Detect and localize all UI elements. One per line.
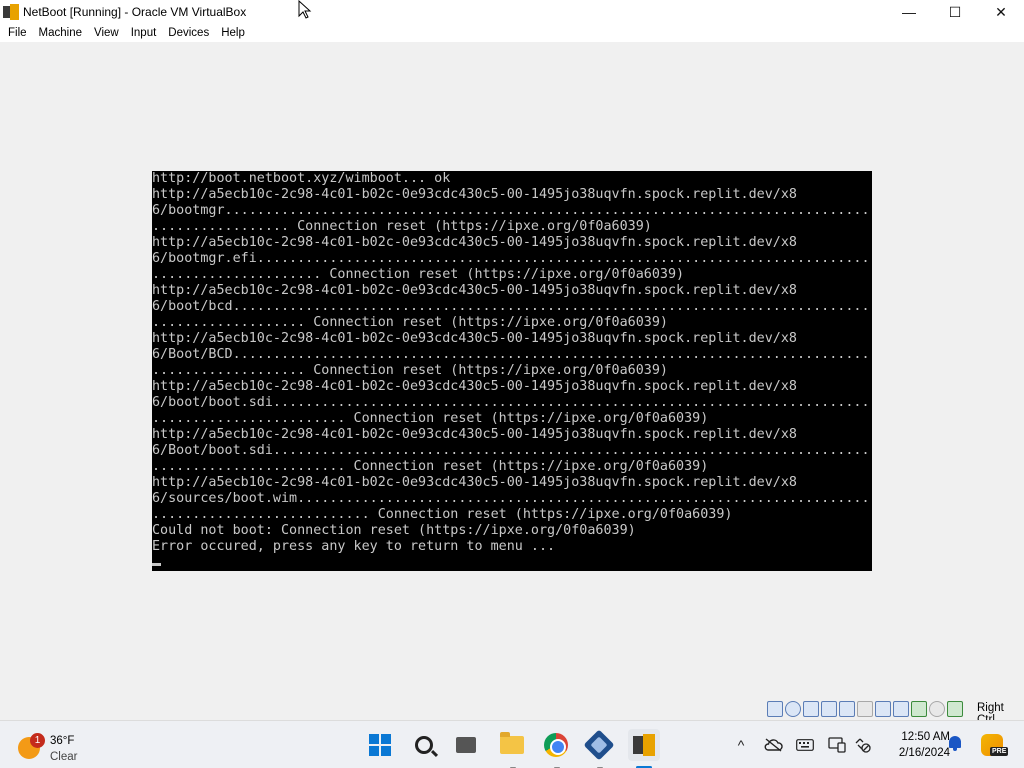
console-line: ..................... Connection reset (… <box>152 267 685 282</box>
console-line: 6/bootmgr...............................… <box>152 203 870 218</box>
console-line: Could not boot: Connection reset (https:… <box>152 523 636 538</box>
clock[interactable]: 12:50 AM 2/16/2024 <box>878 729 950 761</box>
console-line: ................... Connection reset (ht… <box>152 315 668 330</box>
virtualbox-vm-icon <box>3 4 19 20</box>
chrome-icon <box>544 733 568 757</box>
mouse-integration-icon[interactable] <box>929 701 945 717</box>
clock-time: 12:50 AM <box>901 731 950 743</box>
status-icons <box>767 701 963 717</box>
task-view-button[interactable] <box>450 729 482 761</box>
menu-help[interactable]: Help <box>215 24 251 42</box>
file-explorer-button[interactable] <box>496 729 528 761</box>
weather-widget[interactable]: 1 36°F Clear <box>16 727 96 763</box>
search-button[interactable] <box>408 729 440 761</box>
task-view-icon <box>456 733 478 753</box>
audio-icon[interactable] <box>803 701 819 717</box>
start-button[interactable] <box>364 729 396 761</box>
preview-badge: PRE <box>990 747 1009 756</box>
console-line: http://a5ecb10c-2c98-4c01-b02c-0e93cdc43… <box>152 379 797 394</box>
console-line: http://a5ecb10c-2c98-4c01-b02c-0e93cdc43… <box>152 283 797 298</box>
vm-console[interactable]: http://boot.netboot.xyz/wimboot... ok ht… <box>152 171 872 571</box>
usb-icon[interactable] <box>839 701 855 717</box>
optical-drive-icon[interactable] <box>785 701 801 717</box>
clock-date: 2/16/2024 <box>898 747 950 759</box>
display-icon[interactable] <box>875 701 891 717</box>
onedrive-button[interactable] <box>762 733 784 757</box>
console-line: http://a5ecb10c-2c98-4c01-b02c-0e93cdc43… <box>152 235 797 250</box>
notification-badge: 1 <box>30 733 45 748</box>
console-output: http://boot.netboot.xyz/wimboot... ok ht… <box>152 171 872 555</box>
console-line: http://a5ecb10c-2c98-4c01-b02c-0e93cdc43… <box>152 475 797 490</box>
window-title: NetBoot [Running] - Oracle VM VirtualBox <box>23 5 247 19</box>
chevron-up-icon: ^ <box>737 737 745 753</box>
notification-bell-icon[interactable] <box>948 736 962 752</box>
weather-temperature: 36°F <box>50 735 75 747</box>
console-line: 6/Boot/boot.sdi.........................… <box>152 443 870 458</box>
chrome-button[interactable] <box>540 729 572 761</box>
title-bar: NetBoot [Running] - Oracle VM VirtualBox… <box>0 0 1024 24</box>
keyboard-capture-icon[interactable] <box>947 701 963 717</box>
netboot-vm-button[interactable] <box>628 729 660 761</box>
taskbar: 1 36°F Clear ^ 12:50 AM 2/16/2024 PRE <box>0 720 1024 768</box>
minimize-button[interactable]: — <box>886 0 932 24</box>
console-line: 6/boot/boot.sdi.........................… <box>152 395 870 410</box>
console-line: ........................ Connection rese… <box>152 459 709 474</box>
cpu-icon[interactable] <box>911 701 927 717</box>
keyboard-button[interactable] <box>794 733 816 757</box>
console-line: 6/sources/boot.wim......................… <box>152 491 870 506</box>
console-line: ................. Connection reset (http… <box>152 219 652 234</box>
vm-status-bar: Right Ctrl <box>0 698 1024 726</box>
video-capture-icon[interactable] <box>893 701 909 717</box>
console-line: http://a5ecb10c-2c98-4c01-b02c-0e93cdc43… <box>152 187 797 202</box>
console-line: 6/boot/bcd..............................… <box>152 299 870 314</box>
cloud-offline-icon <box>764 738 783 752</box>
folder-icon <box>500 732 524 754</box>
close-button[interactable]: ✕ <box>978 0 1024 24</box>
maximize-icon: ☐ <box>948 3 962 20</box>
close-icon: ✕ <box>995 3 1007 20</box>
search-icon <box>415 736 433 754</box>
menu-bar: File Machine View Input Devices Help <box>0 24 1024 42</box>
network-icon[interactable] <box>821 701 837 717</box>
console-line: http://a5ecb10c-2c98-4c01-b02c-0e93cdc43… <box>152 427 797 442</box>
shared-folders-icon[interactable] <box>857 701 873 717</box>
console-line: http://boot.netboot.xyz/wimboot... ok <box>152 171 451 186</box>
weather-condition: Clear <box>50 751 78 763</box>
menu-view[interactable]: View <box>88 24 125 42</box>
window-controls: — ☐ ✕ <box>886 0 1024 24</box>
virtualbox-button[interactable] <box>583 729 615 761</box>
netboot-vm-icon <box>633 734 655 756</box>
network-disconnected-icon <box>855 738 871 753</box>
console-line: ........................... Connection r… <box>152 507 733 522</box>
network-button[interactable] <box>852 733 874 757</box>
console-line: 6/bootmgr.efi...........................… <box>152 251 870 266</box>
windows-logo-icon <box>369 734 391 756</box>
console-line: 6/Boot/BCD..............................… <box>152 347 870 362</box>
console-text-cursor <box>152 563 161 566</box>
console-line: http://a5ecb10c-2c98-4c01-b02c-0e93cdc43… <box>152 331 797 346</box>
display-icon <box>828 737 846 753</box>
menu-devices[interactable]: Devices <box>162 24 215 42</box>
keyboard-icon <box>796 739 814 751</box>
menu-input[interactable]: Input <box>125 24 163 42</box>
minimize-icon: — <box>902 4 916 20</box>
virtualbox-icon <box>583 729 615 761</box>
console-line: ................... Connection reset (ht… <box>152 363 668 378</box>
maximize-button[interactable]: ☐ <box>932 0 978 24</box>
console-line: ........................ Connection rese… <box>152 411 709 426</box>
mouse-pointer-icon <box>298 0 312 19</box>
menu-machine[interactable]: Machine <box>33 24 88 42</box>
hard-disk-icon[interactable] <box>767 701 783 717</box>
show-hidden-icons-button[interactable]: ^ <box>732 733 750 757</box>
menu-file[interactable]: File <box>2 24 33 42</box>
console-line: Error occured, press any key to return t… <box>152 539 556 554</box>
display-button[interactable] <box>826 733 848 757</box>
